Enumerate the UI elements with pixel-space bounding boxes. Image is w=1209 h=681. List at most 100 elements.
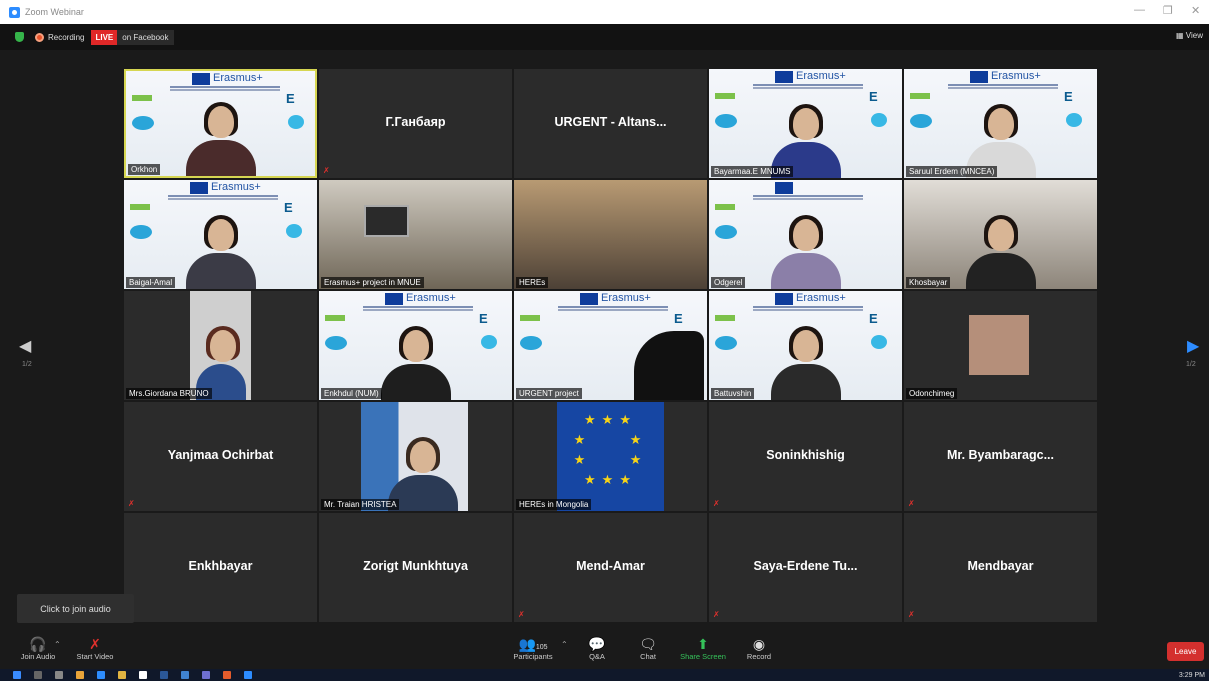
start-video-label: Start Video bbox=[76, 652, 114, 661]
participants-count: 105 bbox=[535, 644, 548, 651]
close-icon[interactable]: ✕ bbox=[1191, 4, 1200, 17]
muted-mic-icon: ✗ bbox=[713, 610, 720, 619]
participant-name: Saruul Erdem (MNCEA) bbox=[906, 166, 998, 177]
grid-icon: ▦ bbox=[1176, 31, 1184, 40]
join-audio-tooltip: Click to join audio bbox=[17, 594, 134, 623]
video-tile[interactable]: Mend-Amar ✗ bbox=[514, 513, 707, 622]
chat-button[interactable]: 🗨 Chat bbox=[634, 636, 662, 661]
poster-title: Erasmus+ bbox=[211, 181, 261, 193]
video-tile[interactable]: URGENT - Altans... bbox=[514, 69, 707, 178]
video-gallery: Erasmus+ E Orkhon Г.Ганбаяр ✗ URGENT - Al… bbox=[124, 69, 1097, 622]
restore-icon[interactable]: ❐ bbox=[1163, 4, 1173, 17]
prev-page-arrow-icon[interactable]: ◀ bbox=[19, 336, 31, 356]
start-video-button[interactable]: ✗ Start Video bbox=[74, 636, 116, 661]
live-badge[interactable]: LIVE bbox=[91, 29, 118, 45]
app-icon[interactable] bbox=[97, 671, 105, 679]
video-tile[interactable]: Khosbayar bbox=[904, 180, 1097, 289]
notepad-icon[interactable] bbox=[139, 671, 147, 679]
chrome-icon[interactable] bbox=[76, 671, 84, 679]
video-tile[interactable]: Г.Ганбаяр ✗ bbox=[319, 69, 512, 178]
meeting-status-bar: Recording LIVE on Facebook ▦ View bbox=[0, 24, 1209, 50]
participant-name: Enkhbayar bbox=[188, 559, 253, 573]
browser-icon[interactable] bbox=[223, 671, 231, 679]
participant-name: Baigal-Amal bbox=[126, 277, 176, 288]
poster-title: Erasmus+ bbox=[796, 292, 846, 304]
video-tile[interactable]: Mr. Byambaragc... ✗ bbox=[904, 402, 1097, 511]
video-tile[interactable]: Mendbayar ✗ bbox=[904, 513, 1097, 622]
word-icon[interactable] bbox=[160, 671, 168, 679]
recording-label: Recording bbox=[48, 32, 85, 42]
zoom-icon bbox=[9, 6, 20, 18]
video-tile[interactable]: Erasmus+ E Baigal-Amal bbox=[124, 180, 317, 289]
video-tile[interactable]: ★★★ ★ ★ ★ ★ ★★★ HEREs in Mongolia bbox=[514, 402, 707, 511]
audio-options-chevron-icon[interactable]: ⌃ bbox=[54, 640, 61, 649]
app-icon[interactable] bbox=[181, 671, 189, 679]
security-shield-icon[interactable] bbox=[15, 32, 24, 42]
minimize-icon[interactable]: — bbox=[1134, 4, 1145, 16]
participant-name: Г.Ганбаяр bbox=[385, 115, 446, 129]
qa-icon: 💬 bbox=[588, 636, 606, 652]
participant-name: Mend-Amar bbox=[576, 559, 645, 573]
video-tile[interactable]: Mr. Traian HRISTEA bbox=[319, 402, 512, 511]
participant-name: Erasmus+ project in MNUE bbox=[321, 277, 424, 288]
teams-icon[interactable] bbox=[202, 671, 210, 679]
participant-video bbox=[770, 215, 841, 289]
muted-mic-icon: ✗ bbox=[908, 610, 915, 619]
record-label: Record bbox=[746, 652, 772, 661]
participant-name: Bayarmaa.E MNUMS bbox=[711, 166, 794, 177]
video-tile[interactable]: Mrs.Giordana BRUNO bbox=[124, 291, 317, 400]
poster-title: Erasmus+ bbox=[601, 292, 651, 304]
video-tile[interactable]: Erasmus+ E Saruul Erdem (MNCEA) bbox=[904, 69, 1097, 178]
video-tile[interactable]: Erasmus+ E Orkhon bbox=[124, 69, 317, 178]
video-tile[interactable]: Odonchimeg bbox=[904, 291, 1097, 400]
join-audio-button[interactable]: 🎧 Join Audio bbox=[18, 636, 58, 661]
video-tile[interactable]: Erasmus+ E Enkhdul (NUM) bbox=[319, 291, 512, 400]
leave-button[interactable]: Leave bbox=[1167, 642, 1204, 661]
qa-button[interactable]: 💬 Q&A bbox=[583, 636, 611, 661]
conference-room-video bbox=[319, 180, 512, 289]
chat-label: Chat bbox=[640, 652, 656, 661]
windows-start-icon[interactable] bbox=[13, 671, 21, 679]
share-screen-button[interactable]: ⬆ Share Screen bbox=[680, 636, 726, 661]
participant-name: Battuvshin bbox=[711, 388, 755, 399]
video-tile[interactable]: Erasmus+ E URGENT project bbox=[514, 291, 707, 400]
participant-name: Saya-Erdene Tu... bbox=[753, 559, 858, 573]
task-view-icon[interactable] bbox=[55, 671, 63, 679]
video-tile[interactable]: HEREs bbox=[514, 180, 707, 289]
title-bar: Zoom Webinar — ❐ ✕ bbox=[0, 0, 1209, 24]
eu-flag-icon bbox=[385, 293, 403, 305]
live-destination[interactable]: on Facebook bbox=[117, 29, 174, 45]
eu-flag-icon bbox=[775, 182, 793, 194]
video-tile[interactable]: Saya-Erdene Tu... ✗ bbox=[709, 513, 902, 622]
zoom-taskbar-icon[interactable] bbox=[244, 671, 252, 679]
view-button[interactable]: ▦ View bbox=[1176, 31, 1203, 40]
video-tile[interactable]: Odgerel bbox=[709, 180, 902, 289]
record-button[interactable]: ◉ Record bbox=[744, 636, 774, 661]
participant-video bbox=[380, 326, 451, 400]
participants-button[interactable]: 👥105 Participants bbox=[511, 636, 555, 661]
qa-label: Q&A bbox=[589, 652, 605, 661]
video-tile[interactable]: Erasmus+ E Battuvshin bbox=[709, 291, 902, 400]
participant-name: Odonchimeg bbox=[906, 388, 958, 399]
video-tile[interactable]: Erasmus+ E Bayarmaa.E MNUMS bbox=[709, 69, 902, 178]
video-tile[interactable]: Yanjmaa Ochirbat ✗ bbox=[124, 402, 317, 511]
system-clock: 3:29 PM bbox=[1178, 671, 1205, 679]
participant-name: Mendbayar bbox=[967, 559, 1034, 573]
participants-chevron-icon[interactable]: ⌃ bbox=[561, 640, 568, 649]
video-tile[interactable]: Soninkhishig ✗ bbox=[709, 402, 902, 511]
next-page-arrow-icon[interactable]: ▶ bbox=[1187, 336, 1199, 356]
muted-mic-icon: ✗ bbox=[908, 499, 915, 508]
participant-video bbox=[770, 326, 841, 400]
eu-flag-icon bbox=[192, 73, 210, 85]
participant-name: HEREs in Mongolia bbox=[516, 499, 592, 510]
video-tile[interactable]: Enkhbayar bbox=[124, 513, 317, 622]
search-icon[interactable] bbox=[34, 671, 42, 679]
video-tile[interactable]: Zorigt Munkhtuya bbox=[319, 513, 512, 622]
folder-icon[interactable] bbox=[118, 671, 126, 679]
participant-name: URGENT project bbox=[516, 388, 582, 399]
share-screen-label: Share Screen bbox=[680, 652, 726, 661]
poster-title: Erasmus+ bbox=[796, 70, 846, 82]
eu-flag-icon: ★★★ ★ ★ ★ ★ ★★★ bbox=[557, 402, 664, 511]
participant-name: Orkhon bbox=[128, 164, 161, 175]
video-tile[interactable]: Erasmus+ project in MNUE bbox=[319, 180, 512, 289]
